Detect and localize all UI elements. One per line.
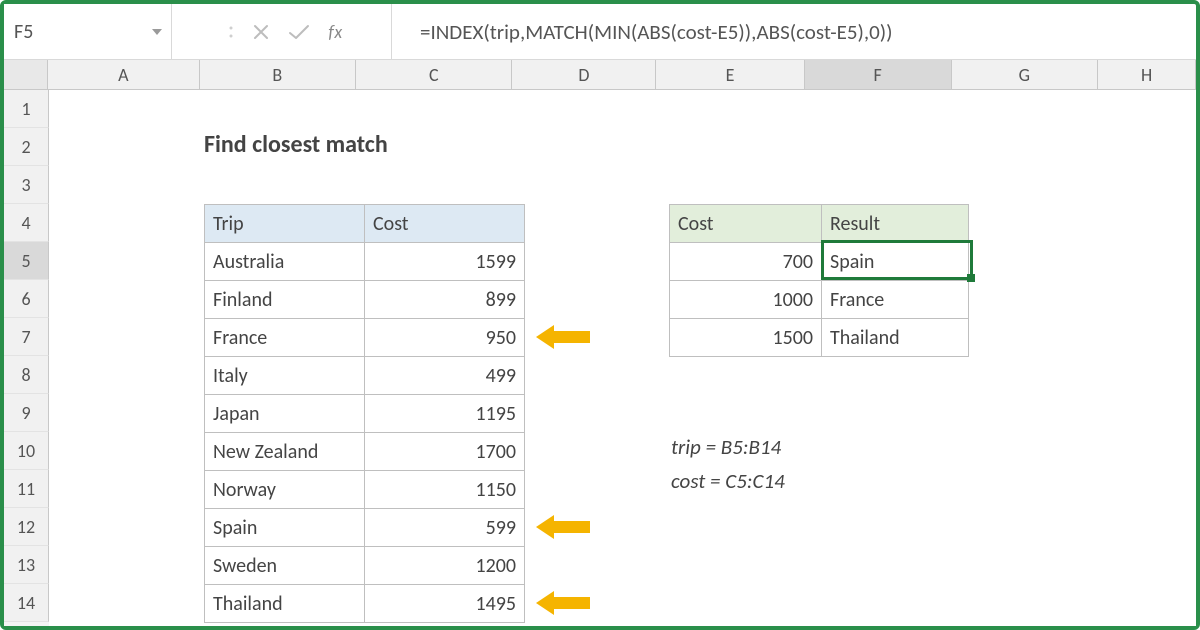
cells-layer[interactable]: Find closest match Trip Cost Australia15… <box>49 90 1196 626</box>
name-box-wrap[interactable]: F5 <box>4 4 172 59</box>
named-range-note-cost: cost = C5:C14 <box>671 468 785 494</box>
cell-cost[interactable]: 499 <box>365 357 525 395</box>
table-row[interactable]: Spain599 <box>205 509 525 547</box>
cell-cost[interactable]: 899 <box>365 281 525 319</box>
table-row[interactable]: Italy499 <box>205 357 525 395</box>
cell-trip[interactable]: Sweden <box>205 547 365 585</box>
cell-cost[interactable]: 700 <box>670 243 822 281</box>
header-result: Result <box>822 205 969 243</box>
cell-cost[interactable]: 1495 <box>365 585 525 623</box>
row-header-11[interactable]: 11 <box>4 470 49 508</box>
formula-bar: F5 fx =INDEX(trip,MATCH(MIN(ABS(cost-E5)… <box>4 4 1196 60</box>
header-cost: Cost <box>670 205 822 243</box>
named-range-note-trip: trip = B5:B14 <box>671 434 781 460</box>
row-header-3[interactable]: 3 <box>4 166 49 204</box>
cancel-formula-icon[interactable] <box>252 23 270 41</box>
cell-cost[interactable]: 1150 <box>365 471 525 509</box>
row-header-5[interactable]: 5 <box>4 242 49 280</box>
row-header-4[interactable]: 4 <box>4 204 49 242</box>
row-header-9[interactable]: 9 <box>4 394 49 432</box>
cell-cost[interactable]: 1700 <box>365 433 525 471</box>
table-row[interactable]: New Zealand1700 <box>205 433 525 471</box>
row-headers: 1234567891011121314 <box>4 90 49 626</box>
result-table: Cost Result 700Spain1000France1500Thaila… <box>669 204 969 357</box>
table-row[interactable]: Thailand1495 <box>205 585 525 623</box>
cell-result[interactable]: Thailand <box>822 319 969 357</box>
formula-separator-icon <box>228 22 234 42</box>
grid-area[interactable]: 1234567891011121314 Find closest match T… <box>4 90 1196 626</box>
column-header-B[interactable]: B <box>200 60 356 89</box>
cell-result[interactable]: Spain <box>822 243 969 281</box>
table-row[interactable]: Norway1150 <box>205 471 525 509</box>
cell-trip[interactable]: New Zealand <box>205 433 365 471</box>
table-row[interactable]: 1000France <box>670 281 969 319</box>
cell-trip[interactable]: Spain <box>205 509 365 547</box>
table-row[interactable]: Australia1599 <box>205 243 525 281</box>
cell-result[interactable]: France <box>822 281 969 319</box>
column-header-F[interactable]: F <box>805 60 952 89</box>
cell-cost[interactable]: 1195 <box>365 395 525 433</box>
row-header-2[interactable]: 2 <box>4 128 49 166</box>
row-header-10[interactable]: 10 <box>4 432 49 470</box>
table-row[interactable]: 1500Thailand <box>670 319 969 357</box>
cell-trip[interactable]: Australia <box>205 243 365 281</box>
insert-function-icon[interactable]: fx <box>328 21 342 43</box>
column-header-D[interactable]: D <box>512 60 656 89</box>
column-header-C[interactable]: C <box>356 60 512 89</box>
arrow-left-icon <box>536 325 590 349</box>
column-header-G[interactable]: G <box>952 60 1099 89</box>
table-row[interactable]: Finland899 <box>205 281 525 319</box>
table-row[interactable]: 700Spain <box>670 243 969 281</box>
name-box-dropdown-icon[interactable] <box>143 4 171 59</box>
table-row[interactable]: France950 <box>205 319 525 357</box>
header-trip: Trip <box>205 205 365 243</box>
row-header-13[interactable]: 13 <box>4 546 49 584</box>
cell-trip[interactable]: Italy <box>205 357 365 395</box>
cell-trip[interactable]: Norway <box>205 471 365 509</box>
cell-trip[interactable]: Thailand <box>205 585 365 623</box>
row-header-8[interactable]: 8 <box>4 356 49 394</box>
column-header-H[interactable]: H <box>1098 60 1196 89</box>
select-all-corner[interactable] <box>4 60 48 89</box>
cell-trip[interactable]: France <box>205 319 365 357</box>
arrow-left-icon <box>536 515 590 539</box>
table-row[interactable]: Sweden1200 <box>205 547 525 585</box>
column-header-A[interactable]: A <box>48 60 200 89</box>
row-header-12[interactable]: 12 <box>4 508 49 546</box>
row-header-1[interactable]: 1 <box>4 90 49 128</box>
trip-cost-table: Trip Cost Australia1599Finland899France9… <box>204 204 525 623</box>
cell-trip[interactable]: Japan <box>205 395 365 433</box>
table-header-row: Trip Cost <box>205 205 525 243</box>
column-headers: ABCDEFGH <box>4 60 1196 90</box>
table-row[interactable]: Japan1195 <box>205 395 525 433</box>
row-header-14[interactable]: 14 <box>4 584 49 622</box>
formula-tool-group: fx <box>172 4 392 59</box>
cell-cost[interactable]: 1500 <box>670 319 822 357</box>
formula-input[interactable]: =INDEX(trip,MATCH(MIN(ABS(cost-E5)),ABS(… <box>392 4 1196 59</box>
header-cost: Cost <box>365 205 525 243</box>
cell-cost[interactable]: 1200 <box>365 547 525 585</box>
name-box[interactable]: F5 <box>4 4 143 59</box>
cell-trip[interactable]: Finland <box>205 281 365 319</box>
cell-cost[interactable]: 1599 <box>365 243 525 281</box>
app-frame: F5 fx =INDEX(trip,MATCH(MIN(ABS(cost-E5)… <box>0 0 1200 630</box>
page-title: Find closest match <box>204 130 388 159</box>
cell-cost[interactable]: 599 <box>365 509 525 547</box>
cell-cost[interactable]: 1000 <box>670 281 822 319</box>
column-header-E[interactable]: E <box>656 60 805 89</box>
cell-cost[interactable]: 950 <box>365 319 525 357</box>
row-header-6[interactable]: 6 <box>4 280 49 318</box>
enter-formula-icon[interactable] <box>288 23 310 41</box>
arrow-left-icon <box>536 591 590 615</box>
row-header-7[interactable]: 7 <box>4 318 49 356</box>
table-header-row: Cost Result <box>670 205 969 243</box>
